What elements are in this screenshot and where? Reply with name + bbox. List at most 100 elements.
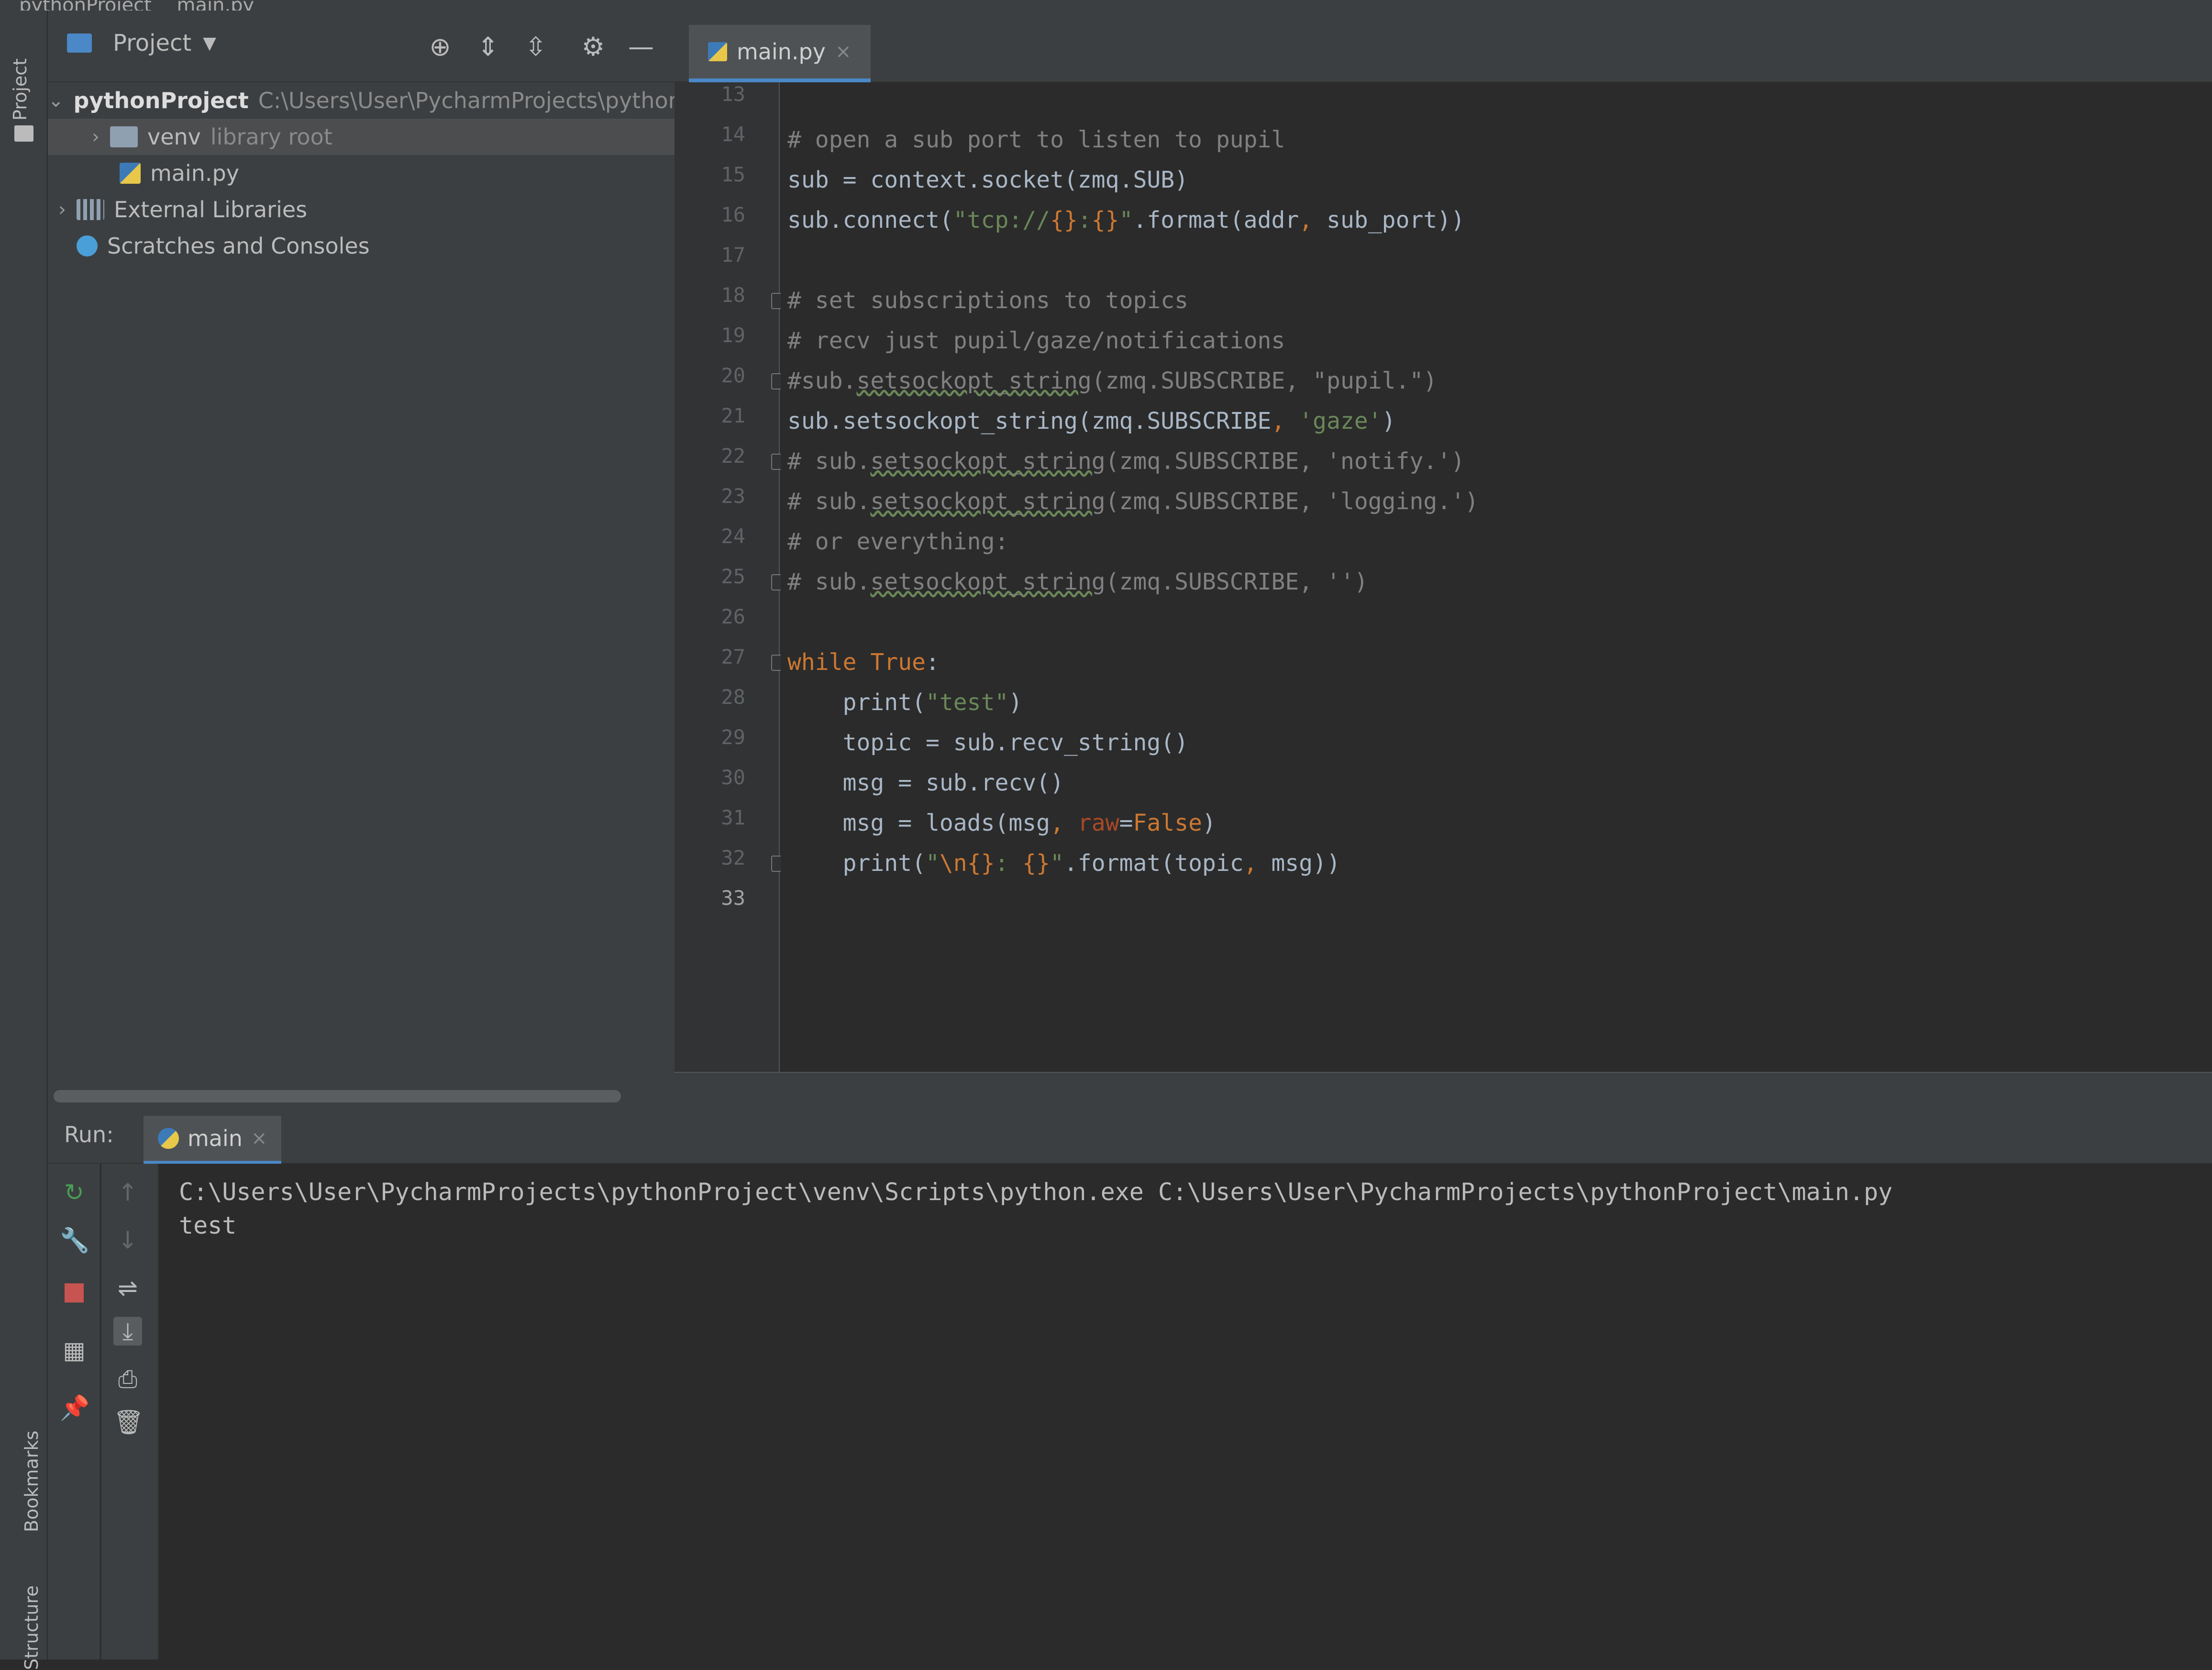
project-panel-title: Project (113, 30, 192, 56)
line-number: 26 (721, 605, 745, 628)
run-toolbar-primary: ↻ 🔧 ▦ 📌 (48, 1164, 100, 1659)
tree-item-scratches[interactable]: Scratches and Consoles (48, 228, 703, 264)
line-number: 22 (721, 444, 745, 468)
line-number: 28 (721, 685, 745, 709)
code-line[interactable]: # open a sub port to listen to pupil (787, 126, 1285, 153)
left-tool-stripe: Project Bookmarks Structure (0, 11, 48, 1670)
line-number: 14 (721, 122, 745, 146)
structure-tool-button[interactable]: Structure (21, 1585, 42, 1670)
tree-item-venv[interactable]: › venv library root (48, 119, 708, 155)
editor-horizontal-scroll-area (675, 1072, 2212, 1111)
project-panel-header: Project ▼ ⊕ ⇕ ⇳ ⚙ — (48, 11, 675, 82)
line-number: 13 (721, 82, 745, 106)
gear-icon[interactable]: ⚙ (579, 33, 608, 61)
code-line[interactable]: sub.setsockopt_string(zmq.SUBSCRIBE, 'ga… (787, 408, 1396, 434)
chevron-down-icon[interactable]: ⌄ (48, 89, 64, 111)
project-tool-button[interactable]: Project (10, 58, 31, 121)
run-tab-main[interactable]: main × (144, 1116, 282, 1164)
line-number: 21 (721, 404, 745, 427)
down-arrow-icon[interactable]: ↓ (113, 1226, 142, 1255)
code-line[interactable]: print("test") (787, 689, 1023, 716)
titlebar-file[interactable]: main.py (177, 0, 254, 11)
line-number: 20 (721, 364, 745, 387)
close-icon[interactable]: × (251, 1127, 267, 1149)
pin-icon[interactable]: 📌 (60, 1393, 89, 1422)
code-line[interactable]: print("\n{}: {}".format(topic, msg)) (787, 850, 1340, 877)
python-run-icon (158, 1128, 179, 1149)
line-number: 17 (721, 243, 745, 267)
trash-icon[interactable]: 🗑 (113, 1408, 144, 1436)
project-horizontal-scrollbar[interactable] (54, 1090, 621, 1102)
code-line[interactable]: msg = sub.recv() (787, 769, 1064, 796)
line-number: 30 (721, 766, 745, 789)
tree-item-label: main.py (150, 160, 239, 186)
expand-all-icon[interactable]: ⇕ (474, 33, 502, 61)
line-number: 15 (721, 163, 745, 186)
locate-icon[interactable]: ⊕ (426, 33, 454, 61)
run-toolbar-secondary: ↑ ↓ ⇌ ⤓ ⎙ 🗑 (101, 1164, 159, 1659)
hide-icon[interactable]: — (627, 33, 655, 61)
python-file-icon (120, 163, 141, 184)
python-file-icon (708, 42, 727, 61)
code-line[interactable]: # recv just pupil/gaze/notifications (787, 327, 1285, 354)
line-number-current: 33 (721, 886, 745, 910)
soft-wrap-icon[interactable]: ⇌ (113, 1274, 142, 1303)
window-titlebar: pythonProject main.py (0, 0, 2212, 11)
run-panel-header: Run: main × (48, 1111, 2212, 1164)
project-view-selector[interactable]: Project ▼ (67, 30, 216, 56)
scratches-icon (77, 235, 98, 256)
tree-item-external-libraries[interactable]: › External Libraries (48, 191, 675, 228)
titlebar-project[interactable]: pythonProject (19, 0, 152, 11)
line-number: 32 (721, 846, 745, 869)
run-label: Run: (64, 1122, 114, 1147)
tree-item-pythonproject[interactable]: ⌄ pythonProject C:\Users\User\PycharmPro… (48, 82, 675, 119)
library-icon (77, 199, 104, 220)
stop-icon[interactable] (60, 1279, 88, 1307)
layout-icon[interactable]: ▦ (60, 1336, 88, 1365)
code-line[interactable]: while True: (787, 649, 940, 676)
scroll-to-end-icon[interactable]: ⤓ (113, 1317, 142, 1346)
close-icon[interactable]: × (835, 41, 852, 63)
run-tab-label: main (188, 1125, 243, 1151)
code-line[interactable]: #sub.setsockopt_string(zmq.SUBSCRIBE, "p… (787, 367, 1437, 394)
code-line[interactable]: # sub.setsockopt_string(zmq.SUBSCRIBE, '… (787, 448, 1465, 475)
wrench-icon[interactable]: 🔧 (60, 1226, 89, 1255)
line-number: 19 (721, 323, 745, 347)
chevron-right-icon[interactable]: › (81, 126, 110, 148)
line-number: 23 (721, 484, 745, 508)
project-tree: ⌄ pythonProject C:\Users\User\PycharmPro… (48, 82, 708, 1111)
code-line[interactable]: # set subscriptions to topics (787, 287, 1188, 314)
tree-item-path: C:\Users\User\PycharmProjects\pythonPr (258, 88, 675, 113)
tree-item-label: Scratches and Consoles (107, 233, 370, 259)
bookmarks-tool-button[interactable]: Bookmarks (21, 1431, 42, 1532)
tab-label: main.py (737, 39, 826, 65)
code-line[interactable]: # or everything: (787, 528, 1008, 555)
line-number: 31 (721, 806, 745, 829)
editor-tab-bar: main.py × (675, 11, 2212, 82)
run-console[interactable]: C:\Users\User\PycharmProjects\pythonProj… (160, 1164, 2212, 1659)
editor-gutter: 13 14 15 16 17 18 19 20 21 22 23 24 25 2… (675, 82, 785, 1073)
code-line[interactable]: sub.connect("tcp://{}:{}".format(addr, s… (787, 207, 1465, 234)
code-line[interactable]: sub = context.socket(zmq.SUB) (787, 167, 1188, 193)
line-number: 24 (721, 524, 745, 548)
project-view-icon (67, 33, 92, 53)
tree-item-label: venv (147, 124, 201, 150)
up-arrow-icon[interactable]: ↑ (113, 1178, 142, 1207)
chevron-right-icon[interactable]: › (48, 199, 77, 221)
collapse-all-icon[interactable]: ⇳ (521, 33, 550, 61)
folder-icon (14, 125, 33, 142)
editor-tab-main-py[interactable]: main.py × (689, 25, 871, 82)
rerun-icon[interactable]: ↻ (60, 1178, 88, 1207)
tree-item-label: pythonProject (73, 88, 249, 113)
line-number: 27 (721, 645, 745, 668)
code-editor[interactable]: # open a sub port to listen to pupil sub … (781, 82, 2212, 1073)
code-line[interactable]: msg = loads(msg, raw=False) (787, 810, 1216, 836)
code-line[interactable]: # sub.setsockopt_string(zmq.SUBSCRIBE, '… (787, 488, 1479, 515)
code-line[interactable]: topic = sub.recv_string() (787, 729, 1188, 756)
line-number: 16 (721, 203, 745, 226)
console-line-output: test (179, 1212, 237, 1239)
code-line[interactable]: # sub.setsockopt_string(zmq.SUBSCRIBE, '… (787, 568, 1368, 595)
tree-item-main-py[interactable]: main.py (48, 155, 746, 191)
line-number: 29 (721, 725, 745, 749)
print-icon[interactable]: ⎙ (113, 1365, 142, 1393)
